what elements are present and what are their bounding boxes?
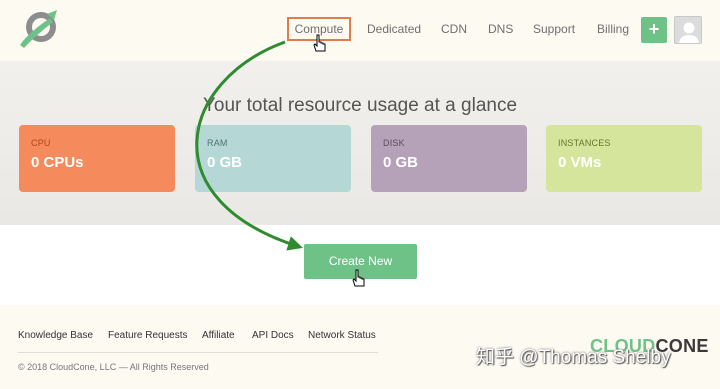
nav-compute-link[interactable]: Compute (287, 17, 351, 41)
cpu-card-label: CPU (31, 138, 51, 148)
disk-card-value: 0 GB (383, 154, 419, 171)
footer-link-api-docs[interactable]: API Docs (252, 330, 294, 341)
footer-link-feature-requests[interactable]: Feature Requests (108, 330, 188, 341)
nav-compute-label: Compute (294, 22, 344, 36)
nav-dns-link[interactable]: DNS (488, 22, 513, 36)
nav-cdn-link[interactable]: CDN (441, 22, 467, 36)
disk-card-label: DISK (383, 138, 405, 148)
instances-card: INSTANCES 0 VMs (546, 125, 702, 192)
top-header: Compute Dedicated CDN DNS Support Billin… (0, 0, 720, 60)
footer-divider (18, 352, 378, 353)
ram-card-value: 0 GB (207, 154, 243, 171)
cpu-card-value: 0 CPUs (31, 154, 84, 171)
watermark-text: 知乎 @Thomas Shelby (476, 347, 671, 368)
add-new-button[interactable]: + (641, 17, 667, 43)
copyright-text: © 2018 CloudCone, LLC — All Rights Reser… (18, 362, 209, 372)
disk-card: DISK 0 GB (371, 125, 527, 192)
nav-billing-link[interactable]: Billing (597, 22, 629, 36)
nav-dedicated-link[interactable]: Dedicated (367, 22, 421, 36)
instances-card-label: INSTANCES (558, 138, 611, 148)
footer-link-knowledge-base[interactable]: Knowledge Base (18, 330, 93, 341)
cpu-card: CPU 0 CPUs (19, 125, 175, 192)
footer-link-affiliate[interactable]: Affiliate (202, 330, 235, 341)
ram-card-label: RAM (207, 138, 228, 148)
cloudcone-logo-icon[interactable] (17, 8, 61, 50)
user-silhouette-icon (679, 22, 699, 43)
ram-card: RAM 0 GB (195, 125, 351, 192)
user-avatar[interactable] (674, 16, 702, 44)
instances-card-value: 0 VMs (558, 154, 602, 171)
usage-headline: Your total resource usage at a glance (202, 95, 518, 116)
nav-support-link[interactable]: Support (533, 22, 575, 36)
footer-link-network-status[interactable]: Network Status (308, 330, 376, 341)
create-new-button[interactable]: Create New (304, 244, 417, 279)
